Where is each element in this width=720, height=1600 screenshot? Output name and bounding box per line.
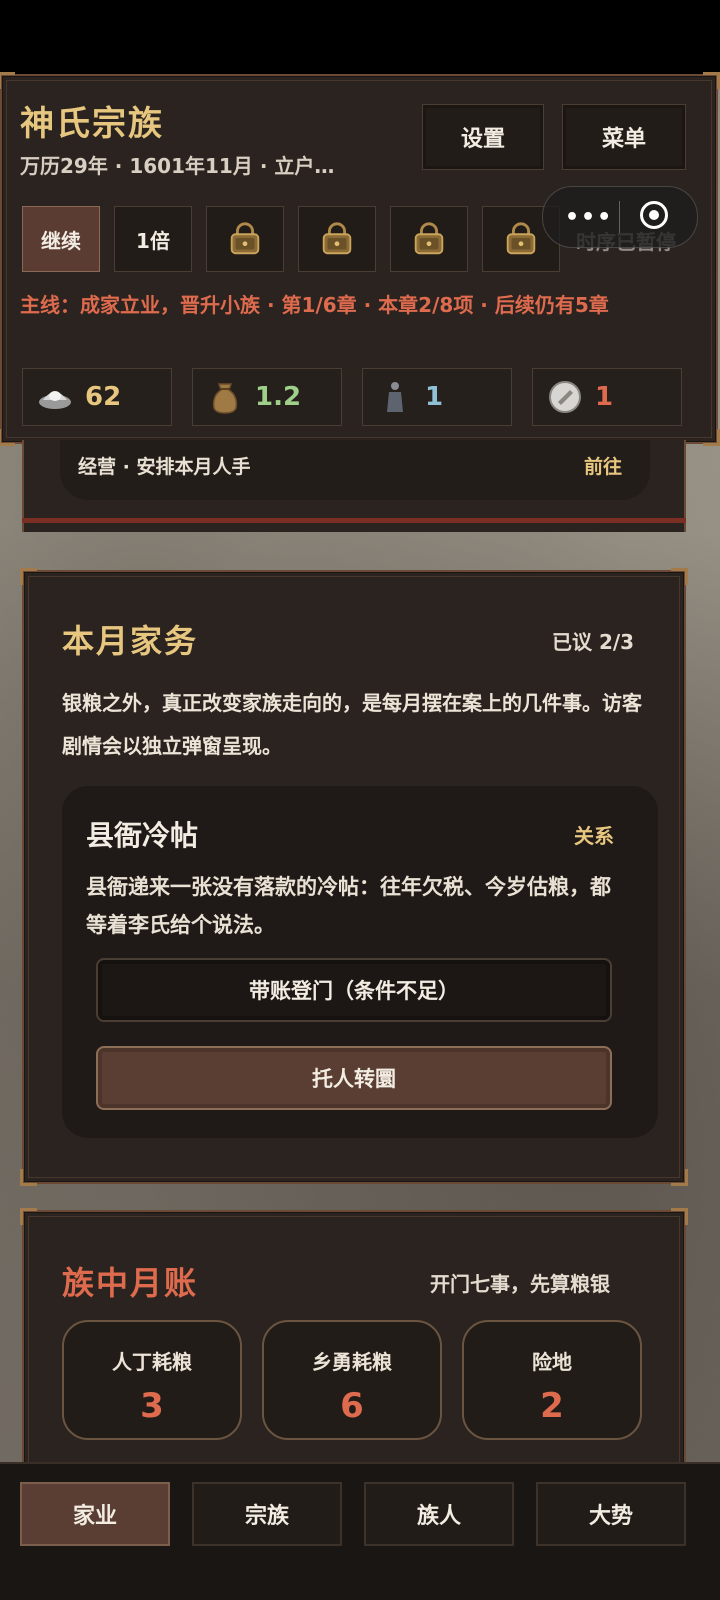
resource-token: 1 [532, 368, 682, 426]
nav-tab-estate[interactable]: 家业 [20, 1482, 170, 1546]
speed-1x-button[interactable]: 1倍 [114, 206, 192, 272]
event-body: 县衙递来一张没有落款的冷帖：往年欠税、今岁估粮，都等着李氏给个说法。 [86, 875, 611, 937]
goto-link[interactable]: 前往 [584, 452, 622, 479]
close-target-icon[interactable] [640, 201, 668, 229]
ledger-item: 乡勇耗粮 6 [262, 1320, 442, 1440]
ledger-item-value: 2 [540, 1386, 564, 1426]
affairs-description: 银粮之外，真正改变家族走向的，是每月摆在案上的几件事。访客剧情会以独立弹窗呈现。 [62, 691, 642, 758]
resource-people: 1 [362, 368, 512, 426]
resource-silver: 62 [22, 368, 172, 426]
corner-ornament [671, 568, 688, 585]
lock-icon [506, 222, 536, 255]
choice-mediate-button[interactable]: 托人转圜 [96, 1046, 612, 1110]
lock-icon [230, 222, 260, 255]
locked-speed-button[interactable] [390, 206, 468, 272]
divider-line [22, 518, 686, 523]
menu-button[interactable]: 菜单 [562, 104, 686, 170]
corner-ornament [671, 1169, 688, 1186]
ledger-item-label: 人丁耗粮 [112, 1350, 192, 1374]
corner-ornament [20, 568, 37, 585]
resource-grain: 1.2 [192, 368, 342, 426]
ledger-subtitle: 开门七事，先算粮银 [430, 1272, 610, 1296]
corner-ornament [703, 429, 720, 446]
corner-ornament [0, 72, 15, 89]
choice-bring-ledger-button[interactable]: 带账登门（条件不足） [96, 958, 612, 1022]
event-title: 县衙冷帖 [86, 819, 199, 852]
date-line: 万历29年 · 1601年11月 · 立户… [20, 154, 335, 178]
miniprogram-capsule: ••• [542, 186, 698, 248]
resource-value: 62 [85, 382, 122, 412]
resource-value: 1 [425, 382, 444, 412]
lock-icon [322, 222, 352, 255]
affairs-title: 本月家务 [62, 622, 199, 660]
token-icon [547, 379, 583, 415]
ledger-item-label: 险地 [532, 1350, 572, 1374]
ledger-item: 险地 2 [462, 1320, 642, 1440]
nav-tab-world[interactable]: 大势 [536, 1482, 686, 1546]
corner-ornament [20, 1208, 37, 1225]
status-bar [0, 0, 720, 74]
corner-ornament [0, 429, 15, 446]
clan-title: 神氏宗族 [20, 104, 164, 144]
person-icon [377, 379, 413, 415]
mainline-quest: 主线：成家立业，晋升小族 · 第1/6章 · 本章2/8项 · 后续仍有5章 [20, 293, 609, 317]
corner-ornament [671, 1208, 688, 1225]
lock-icon [414, 222, 444, 255]
event-tag: 关系 [574, 824, 614, 848]
ledger-item-value: 6 [340, 1386, 364, 1426]
ledger-item: 人丁耗粮 3 [62, 1320, 242, 1440]
task-text: 经营 · 安排本月人手 [78, 456, 251, 478]
grain-sack-icon [207, 379, 243, 415]
resource-value: 1.2 [255, 382, 302, 412]
ledger-item-label: 乡勇耗粮 [312, 1350, 392, 1374]
ledger-title: 族中月账 [62, 1264, 199, 1302]
nav-tab-members[interactable]: 族人 [364, 1482, 514, 1546]
continue-button[interactable]: 继续 [22, 206, 100, 272]
more-icon[interactable]: ••• [565, 205, 613, 230]
corner-ornament [20, 1169, 37, 1186]
settings-button[interactable]: 设置 [422, 104, 544, 170]
corner-ornament [703, 72, 720, 89]
resource-value: 1 [595, 382, 614, 412]
capsule-divider [619, 201, 620, 233]
locked-speed-button[interactable] [206, 206, 284, 272]
affairs-progress: 已议 2/3 [552, 630, 635, 654]
nav-tab-clan[interactable]: 宗族 [192, 1482, 342, 1546]
silver-ingot-icon [37, 379, 73, 415]
locked-speed-button[interactable] [298, 206, 376, 272]
ledger-item-value: 3 [140, 1386, 164, 1426]
